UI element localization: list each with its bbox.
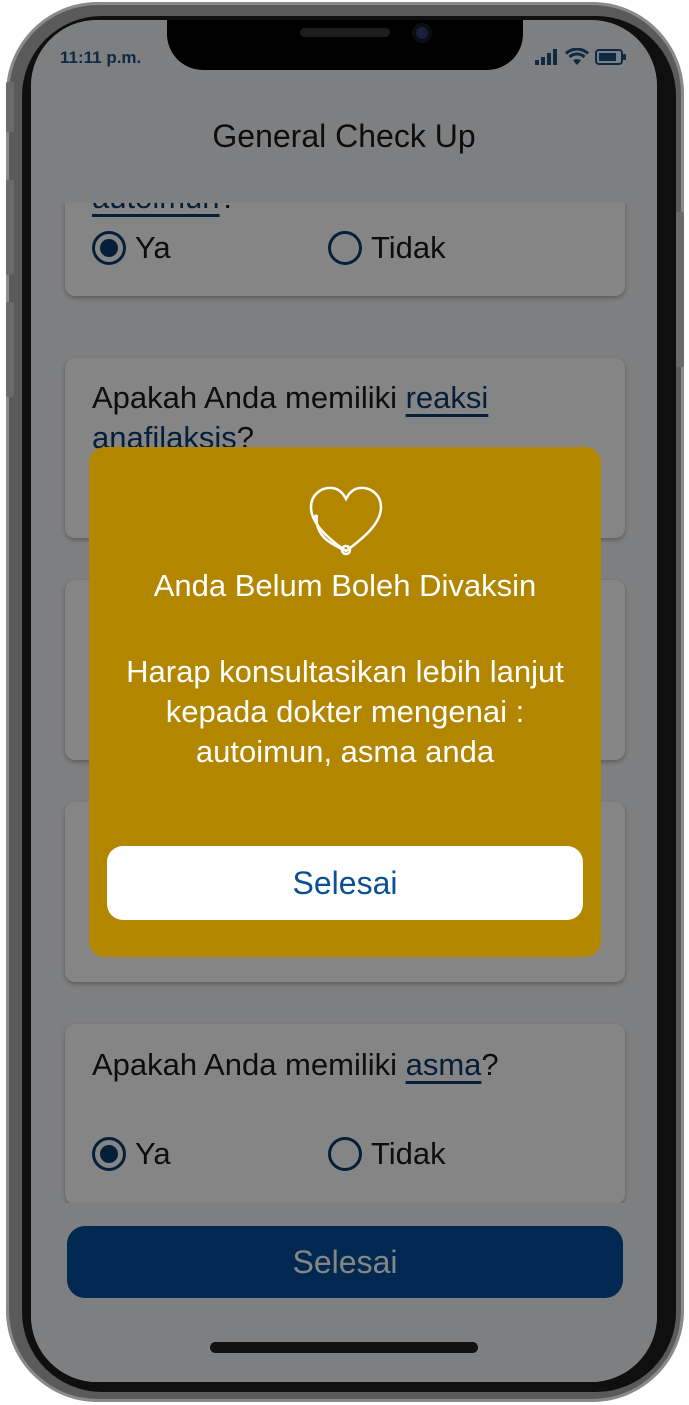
dialog-done-button[interactable]: Selesai bbox=[107, 846, 583, 920]
notch bbox=[167, 20, 523, 70]
status-icons bbox=[535, 48, 627, 66]
volume-up-button bbox=[6, 180, 14, 275]
speaker bbox=[300, 28, 390, 37]
front-camera bbox=[412, 23, 432, 43]
dialog-title: Anda Belum Boleh Divaksin bbox=[153, 568, 537, 603]
screen: 11:11 p.m. General Check Up Ya Tidak Apa… bbox=[31, 20, 657, 1382]
dialog-message: Harap konsultasikan lebih lanjut kepada … bbox=[126, 654, 564, 769]
signal-icon bbox=[535, 49, 557, 65]
status-time: 11:11 p.m. bbox=[60, 48, 142, 67]
power-button bbox=[676, 212, 684, 367]
wifi-icon bbox=[565, 48, 589, 65]
battery-icon bbox=[595, 49, 626, 65]
volume-down-button bbox=[6, 302, 14, 397]
mute-switch bbox=[6, 82, 14, 132]
warning-dialog: Anda Belum Boleh Divaksin Harap konsulta… bbox=[89, 447, 601, 957]
heart-stethoscope-icon bbox=[309, 486, 383, 556]
home-indicator[interactable] bbox=[210, 1342, 478, 1353]
